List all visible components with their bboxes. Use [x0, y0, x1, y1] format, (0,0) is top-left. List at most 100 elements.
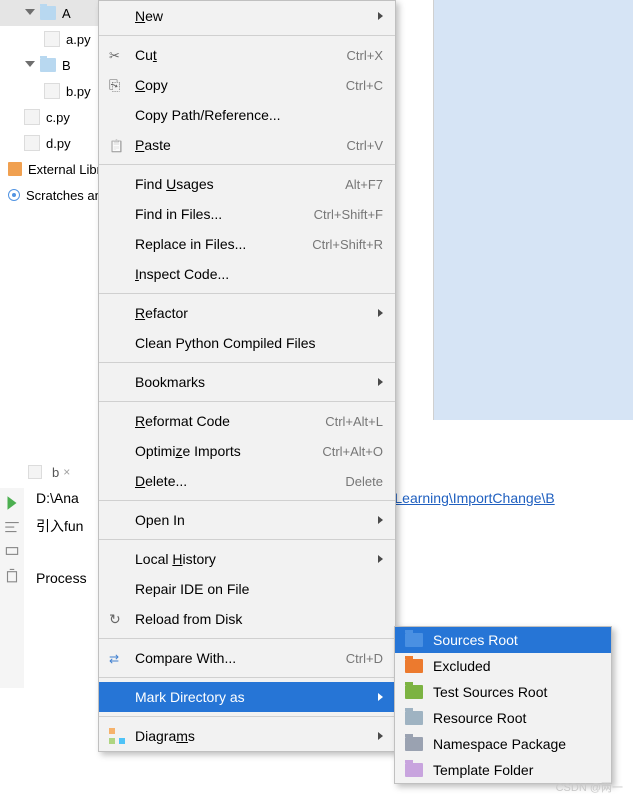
menu-find-in-files[interactable]: Find in Files... Ctrl+Shift+F	[99, 199, 395, 229]
menu-shortcut: Ctrl+Alt+O	[322, 444, 383, 459]
blank-icon	[109, 8, 125, 24]
submenu-sources-root[interactable]: Sources Root	[395, 627, 611, 653]
blank-icon	[109, 473, 125, 489]
menu-find-usages[interactable]: Find Usages Alt+F7	[99, 169, 395, 199]
menu-paste[interactable]: Paste Ctrl+V	[99, 130, 395, 160]
menu-shortcut: Ctrl+Shift+R	[312, 237, 383, 252]
menu-diagrams[interactable]: Diagrams	[99, 721, 395, 751]
menu-repair-ide[interactable]: Repair IDE on File	[99, 574, 395, 604]
menu-compare-with[interactable]: Compare With... Ctrl+D	[99, 643, 395, 673]
menu-label: Inspect Code...	[135, 266, 383, 282]
submenu-label: Template Folder	[433, 762, 597, 778]
blank-icon	[109, 335, 125, 351]
submenu-arrow-icon	[373, 12, 383, 20]
folder-purple-icon	[405, 763, 423, 777]
blank-icon	[109, 266, 125, 282]
menu-label: Bookmarks	[135, 374, 367, 390]
expand-arrow-icon[interactable]	[24, 7, 36, 19]
python-file-icon	[24, 109, 40, 125]
scratch-icon	[8, 189, 20, 201]
blank-icon	[109, 413, 125, 429]
python-file-icon	[44, 31, 60, 47]
menu-refactor[interactable]: Refactor	[99, 298, 395, 328]
menu-shortcut: Delete	[345, 474, 383, 489]
cut-icon	[109, 47, 125, 63]
submenu-namespace-package[interactable]: Namespace Package	[395, 731, 611, 757]
menu-cut[interactable]: Cut Ctrl+X	[99, 40, 395, 70]
run-tabs: b ×	[20, 460, 78, 484]
menu-clean-py[interactable]: Clean Python Compiled Files	[99, 328, 395, 358]
menu-reload-from-disk[interactable]: Reload from Disk	[99, 604, 395, 634]
menu-label: Mark Directory as	[135, 689, 367, 705]
submenu-resource-root[interactable]: Resource Root	[395, 705, 611, 731]
menu-copy[interactable]: Copy Ctrl+C	[99, 70, 395, 100]
blank-icon	[109, 551, 125, 567]
menu-bookmarks[interactable]: Bookmarks	[99, 367, 395, 397]
submenu-label: Resource Root	[433, 710, 597, 726]
blank-icon	[109, 236, 125, 252]
menu-shortcut: Alt+F7	[345, 177, 383, 192]
menu-mark-directory-as[interactable]: Mark Directory as	[99, 682, 395, 712]
submenu-arrow-icon	[373, 309, 383, 317]
menu-separator	[99, 500, 395, 501]
menu-shortcut: Ctrl+V	[347, 138, 383, 153]
menu-replace-in-files[interactable]: Replace in Files... Ctrl+Shift+R	[99, 229, 395, 259]
menu-copy-path[interactable]: Copy Path/Reference...	[99, 100, 395, 130]
console-path: D:\Ana	[36, 490, 79, 506]
blank-icon	[109, 443, 125, 459]
menu-label: Replace in Files...	[135, 236, 312, 252]
submenu-arrow-icon	[373, 516, 383, 524]
trash-icon[interactable]	[3, 566, 21, 584]
menu-label: Copy Path/Reference...	[135, 107, 383, 123]
menu-inspect-code[interactable]: Inspect Code...	[99, 259, 395, 289]
menu-separator	[99, 401, 395, 402]
submenu-arrow-icon	[373, 378, 383, 386]
print-icon[interactable]	[3, 542, 21, 560]
submenu-label: Test Sources Root	[433, 684, 597, 700]
submenu-excluded[interactable]: Excluded	[395, 653, 611, 679]
run-tab-b[interactable]: b ×	[20, 465, 78, 480]
blank-icon	[109, 512, 125, 528]
expand-arrow-icon[interactable]	[24, 59, 36, 71]
tab-close-icon[interactable]: ×	[63, 465, 70, 479]
menu-label: Copy	[135, 77, 346, 93]
reload-icon	[109, 611, 125, 627]
folder-slate-icon	[405, 737, 423, 751]
python-file-icon	[28, 465, 42, 479]
mark-directory-submenu: Sources Root Excluded Test Sources Root …	[394, 626, 612, 784]
menu-local-history[interactable]: Local History	[99, 544, 395, 574]
blank-icon	[109, 176, 125, 192]
menu-open-in[interactable]: Open In	[99, 505, 395, 535]
console-path-link[interactable]: _Learning\ImportChange\B	[387, 490, 555, 506]
context-menu: New Cut Ctrl+X Copy Ctrl+C Copy Path/Ref…	[98, 0, 396, 752]
folder-green-icon	[405, 685, 423, 699]
menu-separator	[99, 677, 395, 678]
menu-delete[interactable]: Delete... Delete	[99, 466, 395, 496]
tab-label: b	[52, 465, 59, 480]
watermark: CSDN @两一	[556, 779, 623, 795]
menu-label: Find Usages	[135, 176, 345, 192]
menu-reformat[interactable]: Reformat Code Ctrl+Alt+L	[99, 406, 395, 436]
menu-new[interactable]: New	[99, 1, 395, 31]
tree-label: d.py	[46, 136, 71, 151]
menu-separator	[99, 293, 395, 294]
rerun-icon[interactable]	[3, 494, 21, 512]
submenu-label: Sources Root	[433, 632, 597, 648]
python-file-icon	[24, 135, 40, 151]
menu-label: Reformat Code	[135, 413, 325, 429]
tree-label: a.py	[66, 32, 91, 47]
menu-label: New	[135, 8, 367, 24]
python-file-icon	[44, 83, 60, 99]
tree-label: c.py	[46, 110, 70, 125]
menu-separator	[99, 35, 395, 36]
blank-icon	[109, 206, 125, 222]
soft-wrap-icon[interactable]	[3, 518, 21, 536]
menu-optimize-imports[interactable]: Optimize Imports Ctrl+Alt+O	[99, 436, 395, 466]
folder-orange-icon	[405, 659, 423, 673]
folder-blue-icon	[405, 633, 423, 647]
menu-label: Cut	[135, 47, 347, 63]
menu-label: Clean Python Compiled Files	[135, 335, 383, 351]
menu-shortcut: Ctrl+C	[346, 78, 383, 93]
submenu-test-sources-root[interactable]: Test Sources Root	[395, 679, 611, 705]
diagram-icon	[109, 728, 125, 744]
